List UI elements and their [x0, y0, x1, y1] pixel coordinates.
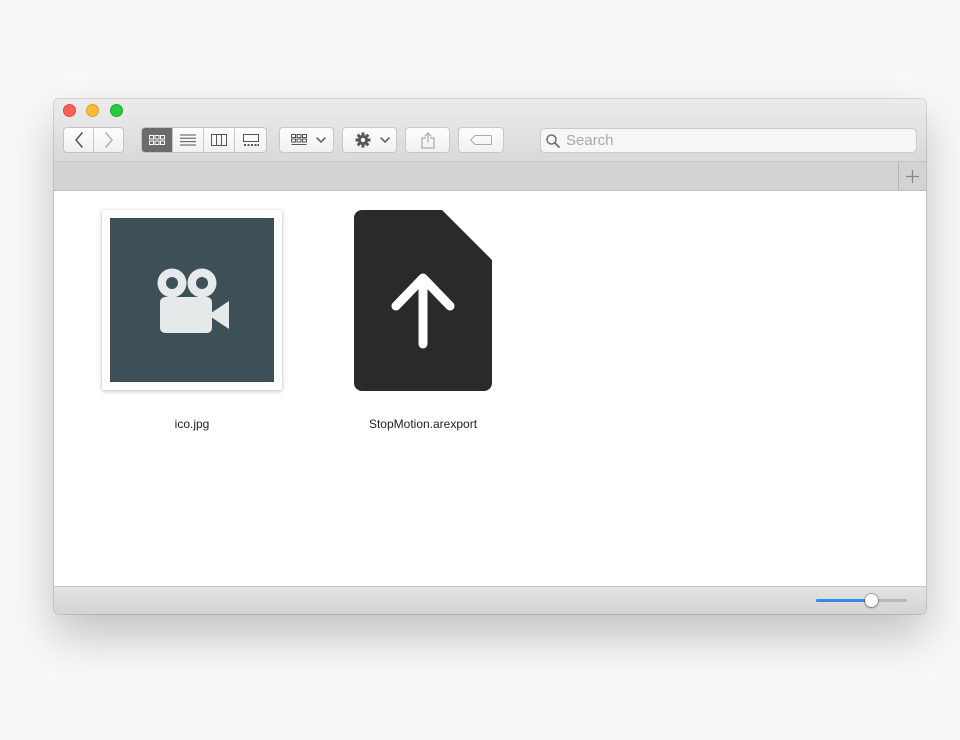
new-tab-button[interactable] — [898, 162, 926, 190]
search-input[interactable] — [566, 132, 896, 149]
icon-grid-icon — [149, 135, 165, 145]
group-by-button[interactable] — [279, 127, 334, 153]
list-lines-icon — [180, 134, 196, 146]
file-item[interactable]: ico.jpg — [102, 210, 282, 431]
file-item[interactable]: StopMotion.arexport — [343, 210, 503, 431]
columns-icon — [211, 134, 227, 146]
status-bar — [54, 586, 926, 614]
tab-bar — [54, 162, 926, 191]
chevron-down-icon — [316, 137, 326, 143]
share-icon — [420, 131, 435, 149]
file-browser-content[interactable]: ico.jpg StopMotion.arexport — [54, 191, 926, 586]
plus-icon — [906, 169, 919, 183]
history-nav — [63, 127, 124, 153]
icon-size-slider[interactable] — [816, 594, 907, 607]
list-view-button[interactable] — [173, 128, 204, 152]
thumbnail-preview — [110, 218, 274, 382]
icon-view-button[interactable] — [142, 128, 173, 152]
gear-icon — [355, 132, 371, 148]
back-button[interactable] — [64, 128, 94, 152]
document-icon[interactable] — [354, 210, 492, 391]
forward-button[interactable] — [94, 128, 123, 152]
tag-icon — [470, 135, 492, 145]
action-menu-button[interactable] — [342, 127, 397, 153]
group-grid-icon — [291, 134, 307, 145]
maximize-window-button[interactable] — [110, 104, 123, 117]
slider-knob[interactable] — [864, 594, 878, 607]
image-thumbnail[interactable] — [102, 210, 282, 390]
finder-window: ico.jpg StopMotion.arexport — [54, 99, 926, 614]
search-field[interactable] — [540, 128, 917, 153]
share-button[interactable] — [405, 127, 450, 153]
slider-fill — [816, 599, 871, 602]
column-view-button[interactable] — [204, 128, 235, 152]
close-window-button[interactable] — [63, 104, 76, 117]
chevron-left-icon — [74, 132, 83, 148]
tags-button[interactable] — [458, 127, 504, 153]
title-bar[interactable] — [54, 99, 926, 162]
gallery-icon — [242, 134, 259, 146]
file-name[interactable]: ico.jpg — [175, 417, 210, 431]
minimize-window-button[interactable] — [86, 104, 99, 117]
chevron-down-icon — [380, 137, 390, 143]
chevron-right-icon — [104, 132, 113, 148]
file-name[interactable]: StopMotion.arexport — [369, 417, 477, 431]
search-icon — [546, 133, 560, 148]
view-mode-selector — [141, 127, 267, 153]
gallery-view-button[interactable] — [235, 128, 266, 152]
video-camera-icon — [157, 268, 229, 333]
